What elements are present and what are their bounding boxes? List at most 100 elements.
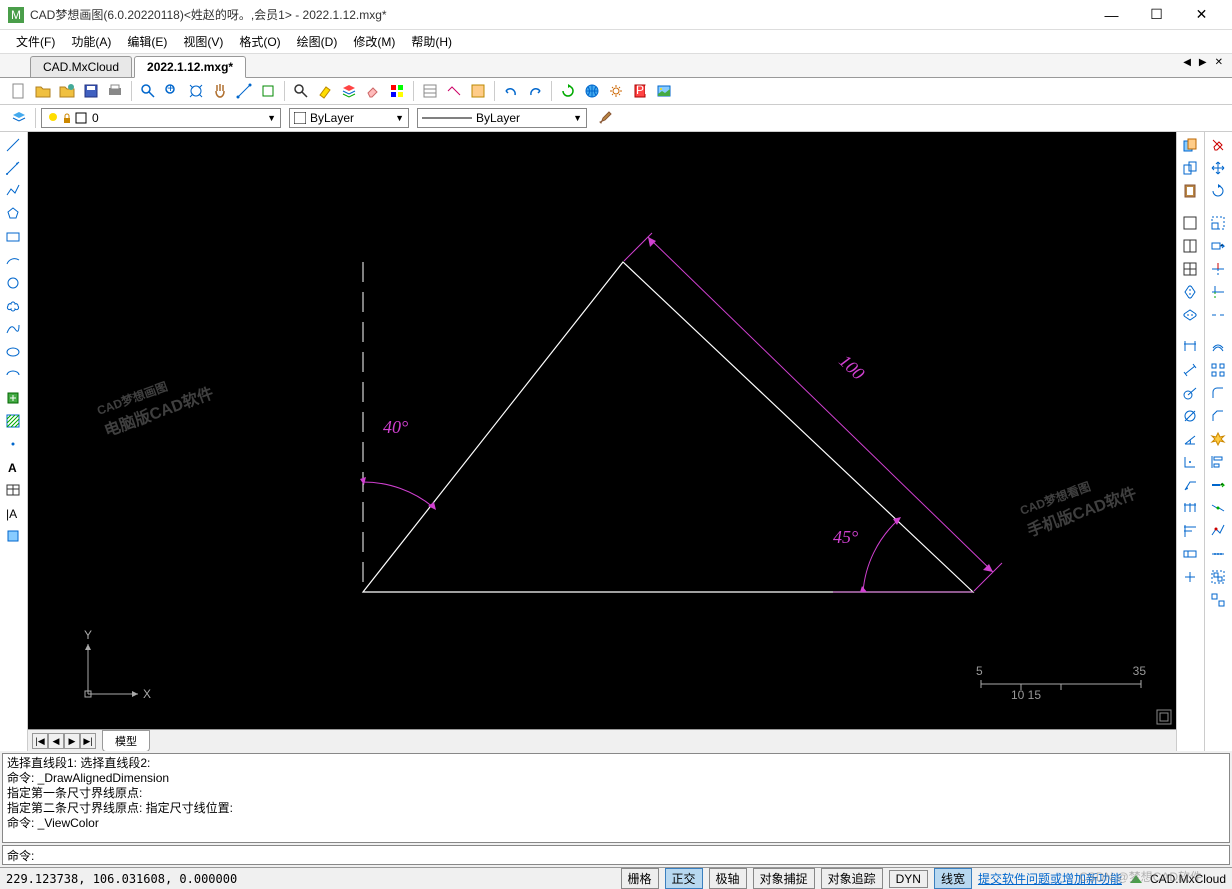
divide-icon[interactable] — [1207, 543, 1229, 565]
open-cloud-icon[interactable] — [56, 80, 78, 102]
measure-area-icon[interactable] — [257, 80, 279, 102]
leader-icon[interactable] — [1179, 474, 1201, 496]
status-grid[interactable]: 栅格 — [621, 868, 659, 889]
table-icon[interactable] — [2, 479, 24, 501]
menu-edit[interactable]: 编辑(E) — [119, 31, 175, 52]
command-line[interactable]: 命令: — [2, 845, 1230, 865]
menu-help[interactable]: 帮助(H) — [403, 31, 460, 52]
tab-next[interactable]: ▶ — [1196, 57, 1210, 68]
ellipse-icon[interactable] — [2, 341, 24, 363]
properties-icon[interactable] — [419, 80, 441, 102]
zoom-window-icon[interactable] — [137, 80, 159, 102]
rectangle-icon[interactable] — [2, 226, 24, 248]
array-icon[interactable] — [1207, 359, 1229, 381]
mirror-v-icon[interactable] — [1179, 281, 1201, 303]
undo-icon[interactable] — [500, 80, 522, 102]
status-polar[interactable]: 极轴 — [709, 868, 747, 889]
print-icon[interactable] — [104, 80, 126, 102]
viewport1-icon[interactable] — [1179, 212, 1201, 234]
arc-icon[interactable] — [2, 249, 24, 271]
viewport2-icon[interactable] — [1179, 235, 1201, 257]
center-mark-icon[interactable] — [1179, 566, 1201, 588]
polygon-icon[interactable] — [2, 203, 24, 225]
spline-icon[interactable] — [2, 318, 24, 340]
status-otrack[interactable]: 对象追踪 — [821, 868, 883, 889]
find-icon[interactable] — [290, 80, 312, 102]
tab-current-file[interactable]: 2022.1.12.mxg* — [134, 56, 246, 78]
extend-icon[interactable] — [1207, 281, 1229, 303]
menu-draw[interactable]: 绘图(D) — [289, 31, 346, 52]
group-icon[interactable] — [1207, 566, 1229, 588]
dim-continue-icon[interactable] — [1179, 497, 1201, 519]
insert-block-icon[interactable] — [2, 387, 24, 409]
image-icon[interactable] — [653, 80, 675, 102]
revcloud-icon[interactable] — [2, 295, 24, 317]
refresh-icon[interactable] — [557, 80, 579, 102]
menu-function[interactable]: 功能(A) — [63, 31, 119, 52]
pedit-icon[interactable] — [1207, 520, 1229, 542]
eraser-icon[interactable] — [362, 80, 384, 102]
close-button[interactable]: ✕ — [1179, 0, 1224, 30]
ellipse-arc-icon[interactable] — [2, 364, 24, 386]
status-ortho[interactable]: 正交 — [665, 868, 703, 889]
paintbrush-icon[interactable] — [595, 107, 617, 129]
dim-angular-icon[interactable] — [1179, 428, 1201, 450]
layers-icon[interactable] — [338, 80, 360, 102]
rotate-icon[interactable] — [1207, 180, 1229, 202]
tool1-icon[interactable] — [443, 80, 465, 102]
dim-radius-icon[interactable] — [1179, 382, 1201, 404]
layout-last[interactable]: ▶| — [80, 733, 96, 749]
feedback-link[interactable]: 提交软件问题或增加新功能 — [978, 870, 1122, 887]
layout-tab-model[interactable]: 模型 — [102, 730, 150, 752]
maximize-button[interactable]: ☐ — [1134, 0, 1179, 30]
dim-linear-icon[interactable] — [1179, 336, 1201, 358]
viewport4-icon[interactable] — [1179, 258, 1201, 280]
tab-cloud[interactable]: CAD.MxCloud — [30, 56, 132, 77]
tool2-icon[interactable] — [467, 80, 489, 102]
layout-next[interactable]: ▶ — [64, 733, 80, 749]
offset-icon[interactable] — [1207, 336, 1229, 358]
ray-icon[interactable] — [2, 157, 24, 179]
trim-icon[interactable] — [1207, 258, 1229, 280]
color-combo[interactable]: ByLayer ▼ — [289, 108, 409, 128]
settings-icon[interactable] — [605, 80, 627, 102]
dim-aligned-icon[interactable] — [1179, 359, 1201, 381]
polyline-icon[interactable] — [2, 180, 24, 202]
chamfer-icon[interactable] — [1207, 405, 1229, 427]
mtext-icon[interactable]: |A — [2, 502, 24, 524]
scale-icon[interactable] — [1207, 212, 1229, 234]
layer-manager-icon[interactable] — [8, 107, 30, 129]
hatch-icon[interactable] — [2, 410, 24, 432]
pan-icon[interactable] — [209, 80, 231, 102]
zoom-in-icon[interactable]: + — [161, 80, 183, 102]
break-icon[interactable] — [1207, 304, 1229, 326]
layout-first[interactable]: |◀ — [32, 733, 48, 749]
text-icon[interactable]: A — [2, 456, 24, 478]
menu-modify[interactable]: 修改(M) — [345, 31, 403, 52]
pdf-icon[interactable]: PDF — [629, 80, 651, 102]
highlight-icon[interactable] — [314, 80, 336, 102]
tab-close[interactable]: ✕ — [1212, 57, 1226, 68]
region-icon[interactable] — [2, 525, 24, 547]
measure-dist-icon[interactable] — [233, 80, 255, 102]
status-osnap[interactable]: 对象捕捉 — [753, 868, 815, 889]
minimize-button[interactable]: — — [1089, 0, 1134, 30]
save-icon[interactable] — [80, 80, 102, 102]
move-icon[interactable] — [1207, 157, 1229, 179]
fillet-icon[interactable] — [1207, 382, 1229, 404]
layout-prev[interactable]: ◀ — [48, 733, 64, 749]
viewport-corner-icon[interactable] — [1156, 709, 1172, 725]
ungroup-icon[interactable] — [1207, 589, 1229, 611]
new-icon[interactable] — [8, 80, 30, 102]
open-icon[interactable] — [32, 80, 54, 102]
drawing-canvas[interactable]: 40° 45° 100 X Y — [28, 132, 1176, 729]
globe-icon[interactable] — [581, 80, 603, 102]
zoom-extents-icon[interactable] — [185, 80, 207, 102]
redo-icon[interactable] — [524, 80, 546, 102]
paste-icon[interactable] — [1179, 180, 1201, 202]
menu-view[interactable]: 视图(V) — [175, 31, 231, 52]
stretch-icon[interactable] — [1207, 235, 1229, 257]
circle-icon[interactable] — [2, 272, 24, 294]
copy-props-icon[interactable] — [1179, 134, 1201, 156]
join-icon[interactable] — [1207, 497, 1229, 519]
